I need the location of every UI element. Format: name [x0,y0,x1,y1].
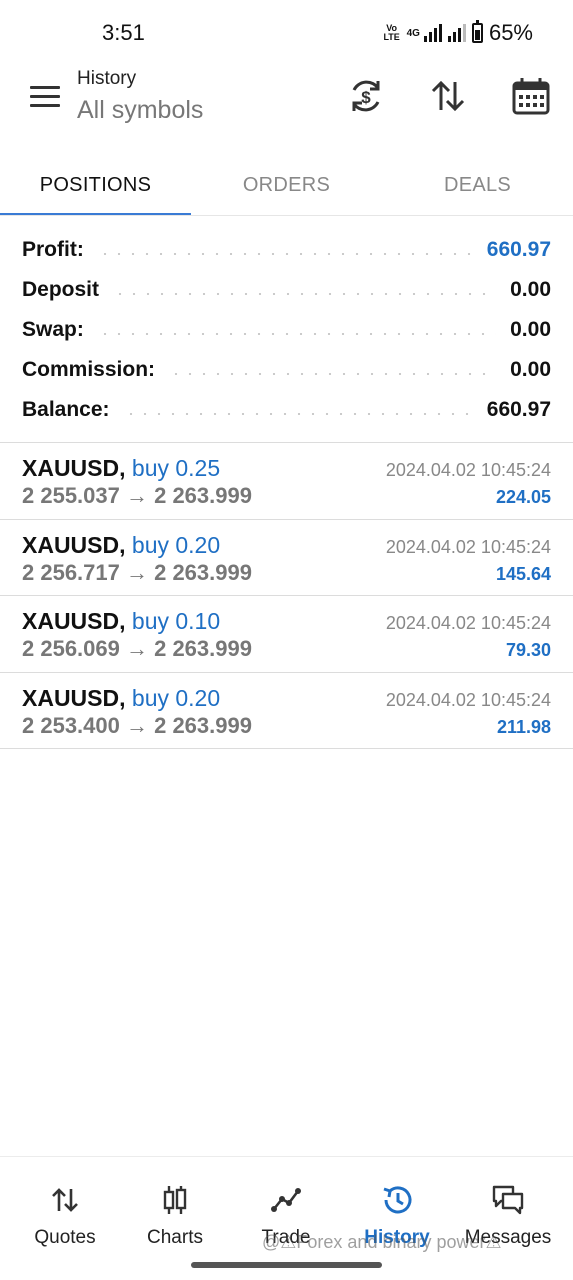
deal-profit: 145.64 [495,563,551,584]
nav-charts[interactable]: Charts [118,1177,232,1267]
summary-value: 660.97 [486,238,551,261]
dotted-leader [123,413,473,415]
summary-label: Commission: [22,358,156,381]
summary-value: 660.97 [486,398,551,421]
deal-time: 2024.04.02 10:45:24 [385,460,551,480]
summary-swap: Swap: 0.00 [0,310,573,350]
list-item[interactable]: XAUUSD, buy 0.20 2 256.717 → 2 263.999 2… [0,520,573,596]
deal-symbol: XAUUSD, [22,455,126,481]
deal-profit: 79.30 [505,640,551,660]
deal-symbol: XAUUSD, [22,684,126,711]
summary-balance: Balance: 660.97 [0,390,573,430]
deal-profit: 211.98 [496,716,551,737]
home-indicator[interactable] [191,1262,382,1268]
signal-icon-2 [447,24,466,42]
deal-side: buy 0.25 [131,455,221,481]
status-icons: Vo LTE 4G 65% [383,20,533,46]
dotted-leader [97,253,473,255]
deal-time: 2024.04.02 10:45:24 [385,536,551,557]
summary-commission: Commission: 0.00 [0,350,573,390]
calendar-icon[interactable] [509,74,553,118]
nav-quotes[interactable]: Quotes [8,1177,122,1267]
summary-deposit: Deposit 0.00 [0,270,573,310]
page-title: History [77,68,137,89]
nav-history[interactable]: History [340,1177,454,1267]
quotes-icon [52,1188,78,1212]
app-header: History All symbols $ [0,64,573,154]
dotted-leader [113,293,497,295]
dotted-leader [169,373,497,375]
list-item[interactable]: XAUUSD, buy 0.20 2 253.400 → 2 263.999 2… [0,673,573,749]
deal-time: 2024.04.02 10:45:24 [385,689,551,710]
messages-icon [492,1185,524,1215]
symbol-filter[interactable]: All symbols [77,96,203,125]
deal-prices: 2 256.069 → 2 263.999 [22,636,252,661]
battery-icon [471,20,483,43]
watermark-text: @⚠Forex and binary power⚠ [262,1232,502,1252]
deal-profit: 224.05 [495,487,551,507]
charts-icon [163,1186,187,1214]
positions-list: XAUUSD, buy 0.25 2 255.037 → 2 263.999 2… [0,443,573,749]
currency-refresh-icon[interactable]: $ [344,74,388,118]
deal-side: buy 0.10 [131,608,221,634]
nav-label: Charts [147,1227,203,1248]
menu-icon[interactable] [30,86,60,110]
deal-prices: 2 255.037 → 2 263.999 [22,483,252,508]
status-time: 3:51 [102,20,145,45]
tab-positions[interactable]: POSITIONS [0,154,191,216]
history-icon [383,1186,412,1214]
tab-orders[interactable]: ORDERS [191,154,382,216]
tab-deals[interactable]: DEALS [382,154,573,216]
signal-icon [423,24,442,42]
nav-messages[interactable]: Messages [451,1177,565,1267]
status-bar: 3:51 Vo LTE 4G 65% [0,0,573,64]
deal-side: buy 0.20 [131,531,221,558]
sort-icon[interactable] [426,74,470,118]
battery-percent: 65% [488,20,533,45]
deal-time: 2024.04.02 10:45:24 [385,613,551,633]
summary-label: Swap: [22,318,84,341]
summary-value: 0.00 [510,278,551,301]
summary-profit: Profit: 660.97 [0,230,573,270]
dotted-leader [97,333,497,335]
deal-symbol: XAUUSD, [22,531,126,558]
svg-text:$: $ [361,88,371,107]
network-type: 4G [406,27,420,39]
history-tabs: POSITIONS ORDERS DEALS [0,154,573,216]
deal-prices: 2 253.400 → 2 263.999 [22,712,252,738]
volte-icon: Vo LTE [383,23,400,42]
deal-side: buy 0.20 [131,684,221,711]
list-item[interactable]: XAUUSD, buy 0.25 2 255.037 → 2 263.999 2… [0,443,573,520]
tabs-divider [0,215,573,216]
list-item[interactable]: XAUUSD, buy 0.10 2 256.069 → 2 263.999 2… [0,596,573,673]
deal-symbol: XAUUSD, [22,608,126,634]
summary-label: Profit: [22,238,84,261]
trade-icon [271,1188,301,1212]
summary-label: Deposit [22,278,100,301]
summary-value: 0.00 [510,318,551,341]
summary-value: 0.00 [510,358,551,381]
summary-panel: Profit: 660.97 Deposit 0.00 Swap: 0.00 C… [0,230,573,430]
deal-prices: 2 256.717 → 2 263.999 [22,559,252,585]
nav-label: Quotes [34,1227,96,1248]
nav-trade[interactable]: Trade [229,1177,343,1267]
summary-label: Balance: [22,398,110,421]
